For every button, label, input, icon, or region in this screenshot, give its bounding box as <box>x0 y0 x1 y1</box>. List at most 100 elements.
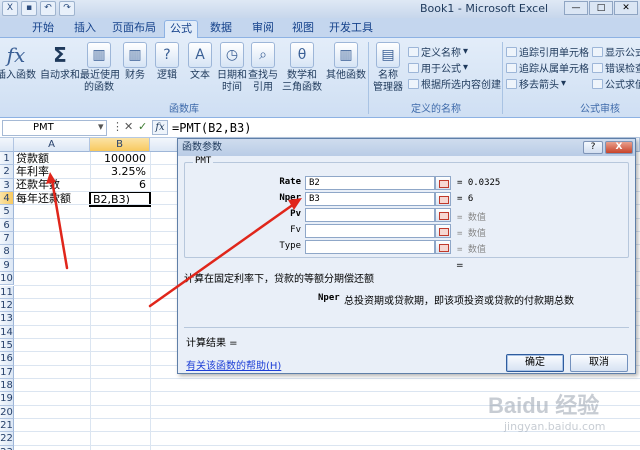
cancel-icon[interactable]: ✕ <box>124 120 133 133</box>
cell-b3[interactable]: 6 <box>90 178 146 192</box>
row-header[interactable]: 22 <box>0 432 14 446</box>
argument-description-name: Nper <box>318 293 340 303</box>
remove-arrows-button[interactable]: 移去箭头 ▾ <box>506 76 566 91</box>
dialog-close-button[interactable]: X <box>605 141 633 154</box>
function-help-link[interactable]: 有关该函数的帮助(H) <box>186 357 281 372</box>
row-header[interactable]: 13 <box>0 312 14 326</box>
row-header[interactable]: 7 <box>0 232 14 246</box>
arg-input-type[interactable] <box>305 240 435 254</box>
ok-button[interactable]: 确定 <box>506 354 564 372</box>
formula-input[interactable]: =PMT(B2,B3) <box>172 120 251 136</box>
window-title: Book1 - Microsoft Excel <box>420 2 549 15</box>
collapse-dialog-icon[interactable] <box>435 192 451 206</box>
tab-page-layout[interactable]: 页面布局 <box>110 20 158 38</box>
select-all-corner[interactable] <box>0 138 14 152</box>
text-button[interactable]: A 文本 <box>185 42 215 82</box>
trace-precedents-button[interactable]: 追踪引用单元格 <box>506 44 589 59</box>
row-header[interactable]: 20 <box>0 405 14 419</box>
row-header[interactable]: 18 <box>0 378 14 393</box>
arg-input-fv[interactable] <box>305 224 435 238</box>
row-header[interactable]: 16 <box>0 352 14 366</box>
row-header[interactable]: 3 <box>0 178 14 193</box>
tab-formulas[interactable]: 公式 <box>164 20 198 38</box>
tab-view[interactable]: 视图 <box>288 20 318 38</box>
dialog-title-buttons: ? X <box>583 141 633 154</box>
define-name-button[interactable]: 定义名称 ▾ <box>408 44 468 59</box>
argument-description-text: 总投资期或贷款期，即该项投资或贷款的付款期总数 <box>344 296 574 307</box>
recent-functions-button[interactable]: ▥ 最近使用 的函数 <box>80 42 120 94</box>
name-box-dropdown-icon[interactable]: ▾ <box>98 120 104 133</box>
column-header-a[interactable]: A <box>14 138 90 152</box>
redo-icon[interactable]: ↷ <box>59 1 75 16</box>
row-header[interactable]: 12 <box>0 298 14 313</box>
row-header[interactable]: 10 <box>0 272 14 286</box>
dialog-title[interactable]: 函数参数 <box>178 139 635 156</box>
column-header-b[interactable]: B <box>90 138 150 152</box>
collapse-dialog-icon[interactable] <box>435 224 451 238</box>
row-header[interactable]: 14 <box>0 325 14 339</box>
arg-input-nper[interactable]: B3 <box>305 192 435 206</box>
watermark-text: Baidu 经验 <box>488 393 600 418</box>
row-header[interactable]: 6 <box>0 218 14 233</box>
group-label-function-library: 函数库 <box>169 104 199 115</box>
ribbon: fx 插入函数 Σ 自动求和 ▥ 最近使用 的函数 ▥ 财务 ? 逻辑 A 文本… <box>0 38 640 118</box>
show-formulas-button[interactable]: 显示公式 <box>592 44 640 59</box>
name-box[interactable]: PMT <box>2 120 107 136</box>
show-formulas-icon <box>592 46 603 57</box>
magnifier-book-icon: ⌕ <box>251 42 275 68</box>
evaluate-icon <box>592 78 603 89</box>
row-header[interactable]: 1 <box>0 152 14 166</box>
trace-dependents-button[interactable]: 追踪从属单元格 <box>506 60 589 75</box>
datetime-button[interactable]: ◷ 日期和 时间 <box>216 42 248 94</box>
row-header[interactable]: 9 <box>0 258 14 273</box>
maximize-button[interactable]: □ <box>589 1 613 15</box>
enter-check-icon[interactable]: ✓ <box>138 120 147 133</box>
other-functions-button[interactable]: ▥ 其他函数 <box>326 42 366 82</box>
lookup-button[interactable]: ⌕ 查找与 引用 <box>247 42 279 94</box>
row-header[interactable]: 17 <box>0 365 14 379</box>
collapse-dialog-icon[interactable] <box>435 208 451 222</box>
row-header[interactable]: 11 <box>0 285 14 299</box>
tab-developer[interactable]: 开发工具 <box>326 20 376 38</box>
arg-input-rate[interactable]: B2 <box>305 176 435 190</box>
financial-button[interactable]: ▥ 财务 <box>120 42 150 82</box>
logical-button[interactable]: ? 逻辑 <box>152 42 182 82</box>
arg-input-pv[interactable] <box>305 208 435 222</box>
minimize-button[interactable]: — <box>564 1 588 15</box>
fx-insert-icon[interactable]: fx <box>152 120 168 135</box>
name-manager-button[interactable]: ▤ 名称 管理器 <box>370 42 406 94</box>
collapse-dialog-icon[interactable] <box>435 240 451 254</box>
use-in-formula-button[interactable]: 用于公式 ▾ <box>408 60 468 75</box>
row-header[interactable]: 8 <box>0 245 14 259</box>
book-icon: ▥ <box>334 42 358 68</box>
row-header[interactable]: 23 <box>0 445 14 450</box>
cell-a3[interactable]: 还款年数 <box>16 178 60 192</box>
row-header[interactable]: 2 <box>0 165 14 179</box>
save-icon[interactable]: ▪ <box>21 1 37 16</box>
row-header[interactable]: 5 <box>0 205 14 219</box>
insert-function-button[interactable]: fx 插入函数 <box>0 42 36 82</box>
row-header[interactable]: 19 <box>0 392 14 406</box>
tab-review[interactable]: 审阅 <box>248 20 278 38</box>
undo-icon[interactable]: ↶ <box>40 1 56 16</box>
math-button[interactable]: θ 数学和 三角函数 <box>280 42 324 94</box>
evaluate-formula-button[interactable]: 公式求值 <box>592 76 640 91</box>
tab-insert[interactable]: 插入 <box>70 20 100 38</box>
tab-data[interactable]: 数据 <box>206 20 236 38</box>
arg-result-fv: = 数值 <box>457 229 486 239</box>
resize-handle-icon[interactable]: ⋮ <box>112 120 123 133</box>
create-from-selection-button[interactable]: 根据所选内容创建 <box>408 76 501 91</box>
excel-logo-icon[interactable]: X <box>2 1 18 16</box>
tab-home[interactable]: 开始 <box>28 20 58 38</box>
close-button[interactable]: ✕ <box>614 1 638 15</box>
row-header[interactable]: 21 <box>0 419 14 433</box>
theta-icon: θ <box>290 42 314 68</box>
row-header[interactable]: 15 <box>0 338 14 353</box>
error-check-icon <box>592 62 603 73</box>
autosum-button[interactable]: Σ 自动求和 <box>40 42 80 82</box>
cancel-button[interactable]: 取消 <box>570 354 628 372</box>
dialog-help-button[interactable]: ? <box>583 141 603 154</box>
error-checking-button[interactable]: 错误检查 <box>592 60 640 75</box>
collapse-dialog-icon[interactable] <box>435 176 451 190</box>
row-header[interactable]: 4 <box>0 192 14 206</box>
